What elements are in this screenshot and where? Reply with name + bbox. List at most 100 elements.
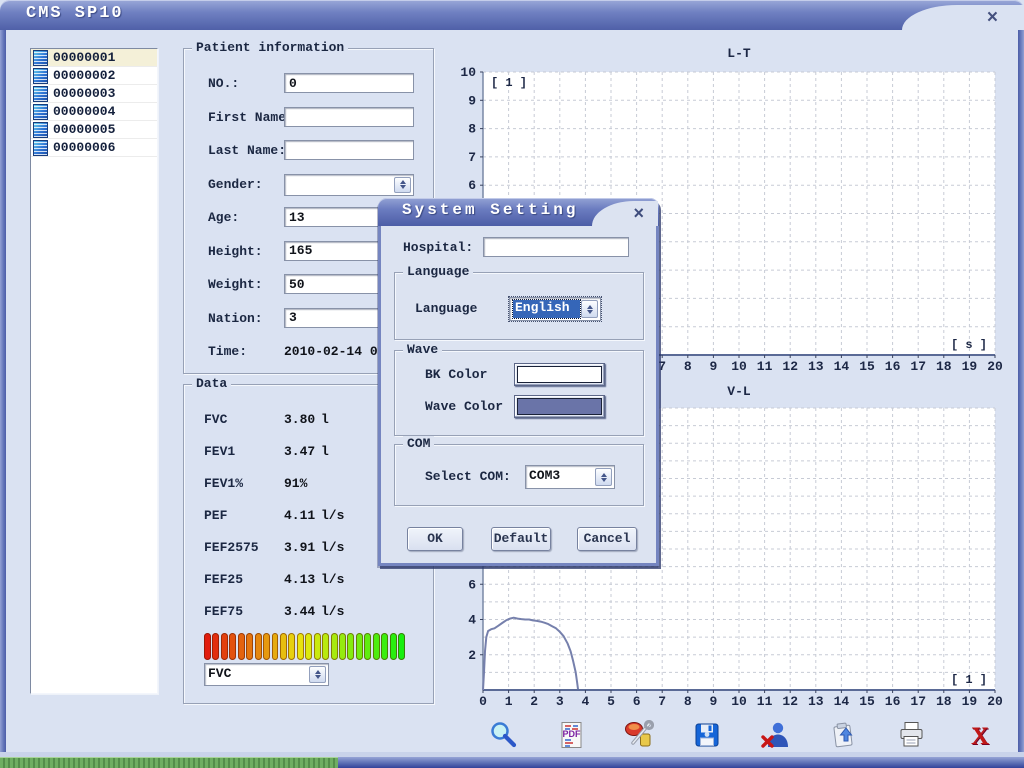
dialog-close-icon[interactable]: × <box>633 201 644 226</box>
svg-text:4: 4 <box>468 613 476 628</box>
svg-text:13: 13 <box>808 359 824 374</box>
toolbar: PDF X <box>0 720 1024 754</box>
gender-select[interactable] <box>284 174 414 196</box>
window-frame-right <box>1018 30 1024 752</box>
data-row-name: FEV1 <box>204 444 235 459</box>
patient-list-item[interactable]: 00000003 <box>31 85 157 103</box>
bottombar-progress <box>0 757 338 768</box>
ok-button[interactable]: OK <box>407 527 463 551</box>
language-select-value: English <box>513 300 580 318</box>
app-window: 0123456789101112131415161718192001234567… <box>0 0 1024 768</box>
delete-patient-icon[interactable] <box>760 720 790 750</box>
colorbar-segment <box>229 633 236 660</box>
svg-text:13: 13 <box>808 694 824 709</box>
bk-color-fill <box>517 366 602 383</box>
colorbar-segment <box>255 633 262 660</box>
svg-text:6: 6 <box>468 178 476 193</box>
patient-list-item[interactable]: 00000005 <box>31 121 157 139</box>
dialog-body: Hospital: Language Language English Wave… <box>378 226 659 566</box>
window-frame-left <box>0 30 6 752</box>
svg-text:7: 7 <box>468 150 476 165</box>
svg-text:10: 10 <box>460 65 476 80</box>
data-row-unit: l <box>321 412 329 427</box>
patient-field-input[interactable] <box>284 140 414 160</box>
spinner-icon[interactable] <box>394 177 411 193</box>
vl-chart-title: V-L <box>727 384 751 399</box>
svg-text:5: 5 <box>607 694 615 709</box>
svg-text:16: 16 <box>885 694 901 709</box>
svg-text:19: 19 <box>962 694 978 709</box>
data-row-name: FVC <box>204 412 227 427</box>
data-row-value: 3.80 <box>284 412 315 427</box>
patient-field-label: NO.: <box>208 76 239 91</box>
colorbar-segment <box>221 633 228 660</box>
colorbar-segment <box>314 633 321 660</box>
svg-text:[ 1 ]: [ 1 ] <box>491 76 527 90</box>
hospital-input[interactable] <box>483 237 629 257</box>
svg-text:14: 14 <box>834 694 850 709</box>
patient-field-value: 2010-02-14 05 <box>284 344 385 359</box>
patient-list-item[interactable]: 00000006 <box>31 139 157 157</box>
svg-text:9: 9 <box>709 694 717 709</box>
pdf-report-icon[interactable]: PDF <box>556 720 586 750</box>
data-row-value: 3.91 <box>284 540 315 555</box>
patient-field-label: Age: <box>208 210 239 225</box>
select-com-label: Select COM: <box>425 469 511 484</box>
search-icon[interactable] <box>488 720 518 750</box>
data-row-name: FEF25 <box>204 572 243 587</box>
colorbar-segment <box>331 633 338 660</box>
language-label: Language <box>415 301 477 316</box>
patient-list-item[interactable]: 00000002 <box>31 67 157 85</box>
data-row-value: 3.44 <box>284 604 315 619</box>
colorbar-segment <box>356 633 363 660</box>
exit-icon[interactable]: X <box>964 720 994 750</box>
colorbar-segment <box>398 633 405 660</box>
patient-field-label: Nation: <box>208 311 263 326</box>
svg-text:15: 15 <box>859 359 875 374</box>
wave-color-swatch[interactable] <box>514 395 605 418</box>
spinner-icon[interactable] <box>581 300 598 318</box>
save-icon[interactable] <box>692 720 722 750</box>
flow-volume-curve <box>483 618 578 690</box>
patient-list-item[interactable]: 00000001 <box>31 49 157 67</box>
window-close-icon[interactable]: × <box>987 5 998 30</box>
colorbar-segment <box>297 633 304 660</box>
colorbar-segment <box>322 633 329 660</box>
svg-text:[ s ]: [ s ] <box>951 338 987 352</box>
patient-field-label: Height: <box>208 244 263 259</box>
spinner-icon[interactable] <box>309 666 326 683</box>
cancel-button[interactable]: Cancel <box>577 527 637 551</box>
language-select[interactable]: English <box>509 297 601 321</box>
com-select-value: COM3 <box>529 468 594 486</box>
metric-select[interactable]: FVC <box>204 663 329 686</box>
svg-text:9: 9 <box>468 93 476 108</box>
data-row-value: 4.13 <box>284 572 315 587</box>
com-select[interactable]: COM3 <box>525 465 615 489</box>
data-row-unit: l/s <box>321 604 344 619</box>
export-icon[interactable] <box>828 720 858 750</box>
svg-text:19: 19 <box>962 359 978 374</box>
titlebar-corner: × <box>902 5 1024 30</box>
patient-field-input[interactable] <box>284 73 414 93</box>
bk-color-swatch[interactable] <box>514 363 605 386</box>
colorbar-segment <box>347 633 354 660</box>
colorbar-segment <box>305 633 312 660</box>
svg-text:17: 17 <box>910 694 926 709</box>
tools-icon[interactable] <box>624 720 654 750</box>
svg-text:12: 12 <box>782 359 798 374</box>
colorbar-segment <box>364 633 371 660</box>
patient-field-input[interactable] <box>284 107 414 127</box>
print-icon[interactable] <box>896 720 926 750</box>
svg-text:12: 12 <box>782 694 798 709</box>
svg-text:16: 16 <box>885 359 901 374</box>
patient-list-item[interactable]: 00000004 <box>31 103 157 121</box>
colorbar-segment <box>272 633 279 660</box>
data-row-unit: l <box>321 444 329 459</box>
colorbar-segment <box>212 633 219 660</box>
svg-text:10: 10 <box>731 694 747 709</box>
spinner-icon[interactable] <box>595 468 612 486</box>
patient-id-label: 00000006 <box>53 140 115 155</box>
svg-text:11: 11 <box>757 359 773 374</box>
svg-text:0: 0 <box>479 694 487 709</box>
default-button[interactable]: Default <box>491 527 551 551</box>
